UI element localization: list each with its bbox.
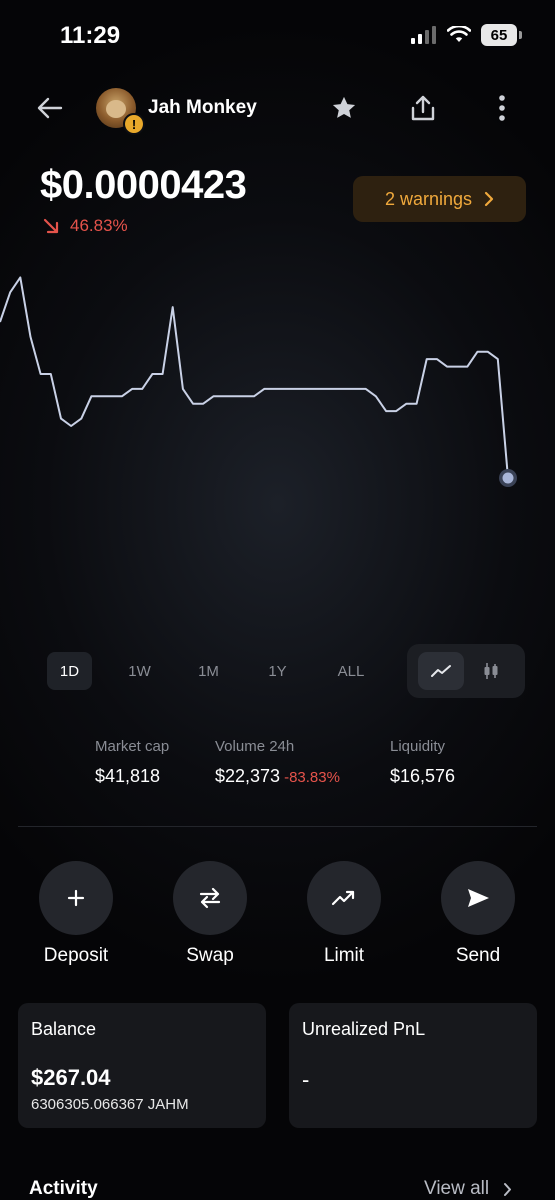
volume-value: $22,373	[215, 766, 281, 786]
favorite-button[interactable]	[324, 88, 364, 128]
price-change-percent: 46.83%	[70, 216, 128, 235]
trend-up-icon	[331, 890, 355, 906]
status-icons: 65	[411, 24, 522, 46]
arrow-down-right-icon	[43, 218, 59, 234]
back-button[interactable]	[30, 88, 70, 128]
activity-title: Activity	[29, 1178, 98, 1199]
pnl-card[interactable]: Unrealized PnL -	[289, 1003, 537, 1128]
volume-label: Volume 24h	[215, 738, 295, 755]
share-icon	[411, 95, 435, 121]
battery-level: 65	[490, 26, 508, 44]
chevron-right-icon	[484, 191, 494, 207]
market-cap-label: Market cap	[95, 738, 170, 755]
warnings-button[interactable]: 2 warnings	[353, 176, 526, 222]
send-icon	[468, 889, 489, 907]
view-all-link[interactable]: View all	[424, 1178, 512, 1200]
section-divider	[18, 826, 537, 827]
arrow-left-icon	[37, 97, 63, 119]
limit-label: Limit	[323, 945, 365, 966]
token-price: $0.0000423	[40, 163, 247, 207]
more-vertical-icon	[499, 95, 505, 121]
line-chart-icon	[431, 665, 451, 677]
range-label: ALL	[337, 662, 365, 680]
limit-button[interactable]	[307, 861, 381, 935]
range-label: 1Y	[268, 662, 287, 680]
warning-badge-icon: !	[123, 113, 145, 135]
line-chart-button[interactable]	[418, 652, 464, 690]
price-line	[0, 276, 509, 479]
range-1w[interactable]: 1W	[117, 652, 162, 690]
balance-title: Balance	[31, 1019, 97, 1039]
plus-icon	[67, 889, 85, 907]
cellular-signal-icon	[411, 26, 436, 44]
view-all-label: View all	[424, 1178, 490, 1199]
avatar-image	[106, 100, 126, 118]
share-button[interactable]	[403, 88, 443, 128]
star-icon	[332, 96, 356, 118]
price-change: 46.83%	[42, 216, 128, 236]
send-button[interactable]	[441, 861, 515, 935]
range-1d[interactable]: 1D	[47, 652, 92, 690]
token-name: Jah Monkey	[148, 97, 257, 118]
swap-arrows-icon	[199, 887, 221, 909]
battery-indicator: 65	[481, 24, 522, 46]
volume-change: -83.83%	[284, 769, 340, 786]
candlestick-icon	[484, 663, 498, 679]
token-detail-screen: 11:29 65 ! Jah Monkey $0.0000423 46.83% …	[0, 0, 555, 1200]
balance-card[interactable]: Balance $267.04 6306305.066367 JAHM	[18, 1003, 266, 1128]
range-1m[interactable]: 1M	[186, 652, 231, 690]
status-time: 11:29	[60, 22, 121, 49]
swap-button[interactable]	[173, 861, 247, 935]
warnings-label: 2 warnings	[384, 188, 473, 209]
market-cap-value: $41,818	[95, 766, 161, 786]
volume-stat: $22,373 -83.83%	[215, 766, 340, 787]
send-label: Send	[455, 945, 501, 966]
chevron-right-icon	[504, 1182, 512, 1196]
chart-type-toggle	[407, 644, 525, 698]
liquidity-value: $16,576	[390, 766, 456, 786]
balance-value: $267.04	[31, 1065, 111, 1090]
range-label: 1M	[198, 662, 219, 680]
range-label: 1W	[128, 662, 151, 680]
range-all[interactable]: ALL	[326, 652, 376, 690]
pnl-title: Unrealized PnL	[302, 1019, 426, 1039]
candlestick-button[interactable]	[468, 652, 514, 690]
price-chart[interactable]	[0, 240, 555, 540]
current-price-marker	[502, 472, 514, 484]
range-1y[interactable]: 1Y	[255, 652, 300, 690]
pnl-value: -	[302, 1067, 310, 1092]
range-label: 1D	[59, 662, 80, 680]
balance-token-amount: 6306305.066367 JAHM	[31, 1096, 189, 1113]
wifi-icon	[447, 26, 471, 42]
liquidity-label: Liquidity	[390, 738, 446, 755]
deposit-button[interactable]	[39, 861, 113, 935]
more-options-button[interactable]	[482, 88, 522, 128]
swap-label: Swap	[186, 945, 234, 966]
deposit-label: Deposit	[43, 945, 109, 966]
